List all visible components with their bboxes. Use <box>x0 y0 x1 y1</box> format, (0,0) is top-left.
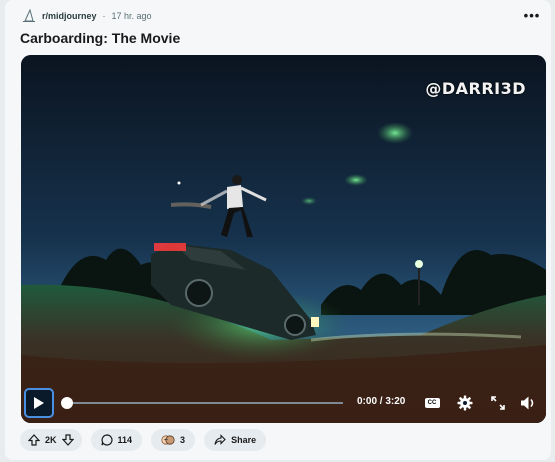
video-player[interactable]: @DARRI3D 0:00 / 3:20 CC <box>21 55 546 423</box>
midjourney-sail-icon[interactable] <box>22 8 36 23</box>
meta-separator: · <box>102 11 106 21</box>
upvote-arrow-icon[interactable] <box>28 434 40 446</box>
post-title[interactable]: Carboarding: The Movie <box>20 30 180 46</box>
vote-group: 2K <box>20 429 82 451</box>
cc-icon: CC <box>424 398 440 408</box>
award-count: 3 <box>180 435 186 445</box>
share-arrow-icon <box>214 434 226 445</box>
post-card[interactable]: r/midjourney · 17 hr. ago ••• Carboardin… <box>5 0 551 460</box>
more-options-icon: ••• <box>523 7 541 23</box>
comment-count: 114 <box>117 435 133 445</box>
vote-count: 2K <box>45 435 57 445</box>
more-options-button[interactable]: ••• <box>521 6 543 24</box>
volume-button[interactable] <box>520 395 536 411</box>
video-frame <box>21 55 546 423</box>
volume-icon <box>521 396 534 410</box>
post-actions: 2K 114 3 Share <box>20 429 267 451</box>
share-button[interactable]: Share <box>204 429 267 451</box>
comments-button[interactable]: 114 <box>90 429 143 451</box>
comment-bubble-icon <box>100 434 113 446</box>
post-time: 17 hr. ago <box>111 11 152 21</box>
expand-icon <box>491 396 505 410</box>
award-button[interactable]: 3 <box>151 429 196 451</box>
fullscreen-button[interactable] <box>490 395 506 411</box>
downvote-arrow-icon[interactable] <box>61 434 74 446</box>
settings-button[interactable] <box>457 395 473 411</box>
progress-track[interactable] <box>67 402 343 404</box>
play-icon <box>34 397 44 409</box>
subreddit-link[interactable]: r/midjourney <box>42 11 97 21</box>
captions-button[interactable]: CC <box>424 395 440 411</box>
video-watermark: @DARRI3D <box>425 79 526 98</box>
post-meta: r/midjourney · 17 hr. ago <box>22 8 152 24</box>
progress-knob[interactable] <box>61 397 73 409</box>
gear-icon <box>457 395 473 411</box>
play-button[interactable] <box>24 388 54 418</box>
time-display: 0:00 / 3:20 <box>357 396 406 407</box>
award-icon <box>161 435 175 445</box>
share-label: Share <box>231 435 257 445</box>
